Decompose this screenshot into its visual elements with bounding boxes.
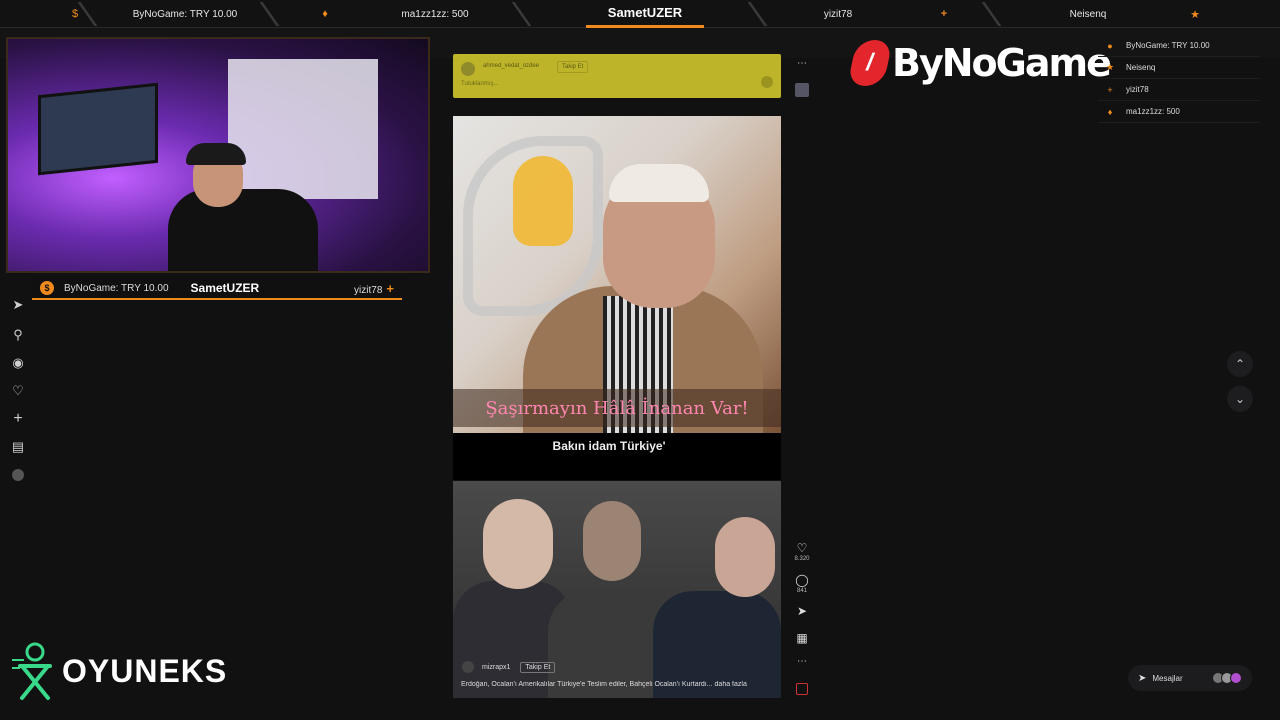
top-segment-bits: ma1zz1zz: 500 [401, 8, 469, 20]
chevron-up-icon[interactable]: ⌃ [1227, 351, 1253, 377]
webcam-donation: ByNoGame: TRY 10.00 [64, 282, 169, 294]
webcam-recent-follower: yizit78 + [354, 281, 394, 296]
chart-icon[interactable]: ▤ [9, 438, 27, 456]
messages-button[interactable]: ➤ Mesajlar [1128, 665, 1252, 691]
webcam-feed [6, 37, 430, 273]
brand-logo: / ByNoGame [847, 38, 1112, 88]
sponsor-logo: OYUNEKS [10, 638, 227, 704]
heart-icon[interactable]: ♡ [9, 382, 27, 400]
coin-icon: ● [1107, 40, 1113, 51]
audio-icon[interactable] [796, 683, 808, 695]
divider [981, 2, 1002, 26]
avatar[interactable] [9, 466, 27, 484]
coin-icon: $ [71, 8, 79, 20]
bookmark-icon[interactable]: ▦ [794, 631, 810, 645]
mute-icon[interactable] [761, 76, 773, 88]
donor-list: ● ByNoGame: TRY 10.00 ★ Neisenq + yizit7… [1098, 35, 1260, 123]
chevron-down-icon[interactable]: ⌄ [1227, 386, 1253, 412]
video-subtitle: Bakın idam Türkiye' [552, 439, 666, 453]
avatar[interactable] [462, 661, 474, 673]
donor-text: ma1zz1zz: 500 [1126, 107, 1180, 116]
send-icon[interactable]: ➤ [794, 604, 810, 618]
divider [747, 2, 768, 26]
webcam-streamer-name: SametUZER [190, 281, 260, 295]
flame-icon: ♦ [322, 8, 328, 20]
top-streamer-name: SametUZER [586, 0, 704, 28]
recent-follower-name: yizit78 [354, 284, 383, 296]
post-caption: Tutuklanmış... [461, 81, 499, 87]
list-item: ● ByNoGame: TRY 10.00 [1098, 35, 1260, 57]
brand-name: ByNoGame [892, 41, 1112, 85]
send-icon: ➤ [1138, 672, 1147, 684]
divider [259, 2, 280, 26]
top-segment-donation: ByNoGame: TRY 10.00 [132, 8, 238, 20]
comment-icon[interactable]: ◯ [794, 573, 810, 587]
post-username[interactable]: ahmed_vedat_ozdee [483, 63, 539, 69]
message-avatars [1212, 672, 1242, 684]
video-caption: Şaşırmayın Hâlâ İnanan Var! [453, 389, 781, 427]
plus-icon: + [940, 8, 948, 20]
sponsor-mark-icon [10, 640, 60, 702]
list-item: ♦ ma1zz1zz: 500 [1098, 101, 1260, 123]
heart-icon[interactable]: ♡ [794, 541, 810, 555]
plus-icon: + [1107, 84, 1113, 95]
coin-icon: $ [40, 281, 54, 295]
reel-video[interactable] [453, 116, 781, 433]
list-item: + yizit78 [1098, 79, 1260, 101]
donor-text: ByNoGame: TRY 10.00 [1126, 41, 1210, 50]
plus-icon: + [386, 280, 394, 296]
avatar[interactable] [461, 62, 475, 76]
star-icon: ★ [1190, 8, 1200, 21]
post-username[interactable]: mizrapx1 [482, 664, 510, 671]
donor-text: Neisenq [1126, 63, 1156, 72]
compass-icon[interactable]: ◉ [9, 354, 27, 372]
list-item: ★ Neisenq [1098, 57, 1260, 79]
send-icon[interactable]: ➤ [9, 296, 27, 314]
donor-text: yizit78 [1126, 85, 1149, 94]
sponsor-name: OYUNEKS [62, 652, 228, 689]
search-icon[interactable]: ⚲ [9, 326, 27, 344]
audio-thumbnail[interactable] [795, 83, 809, 97]
follow-button[interactable]: Takip Et [520, 661, 556, 673]
more-icon[interactable]: ⋯ [794, 58, 810, 69]
top-segment-follower: yizit78 [823, 8, 853, 20]
flame-icon: ♦ [1107, 106, 1113, 117]
post-meta: mizrapx1 Takip Et [462, 661, 556, 673]
post-caption[interactable]: Erdoğan, Öcalan'ı Amerikalılar Türkiye'e… [461, 681, 761, 688]
star-icon: ★ [1105, 62, 1115, 72]
top-segment-sub: Neisenq [1069, 8, 1107, 20]
more-icon[interactable]: ⋯ [794, 656, 810, 667]
webcam-info-bar: $ ByNoGame: TRY 10.00 SametUZER yizit78 + [32, 278, 402, 300]
divider [511, 2, 532, 26]
post-card-top[interactable]: ahmed_vedat_ozdee Takip Et Tutuklanmış..… [453, 54, 781, 98]
brand-mark-icon: / [847, 40, 893, 86]
messages-label: Mesajlar [1152, 673, 1183, 683]
plus-icon[interactable]: + [9, 410, 27, 428]
follow-button[interactable]: Takip Et [557, 61, 589, 73]
like-count: 8.320 [794, 556, 810, 562]
top-overlay-bar: $ ByNoGame: TRY 10.00 ♦ ma1zz1zz: 500 Sa… [0, 0, 1280, 28]
comment-count: 841 [796, 588, 807, 594]
